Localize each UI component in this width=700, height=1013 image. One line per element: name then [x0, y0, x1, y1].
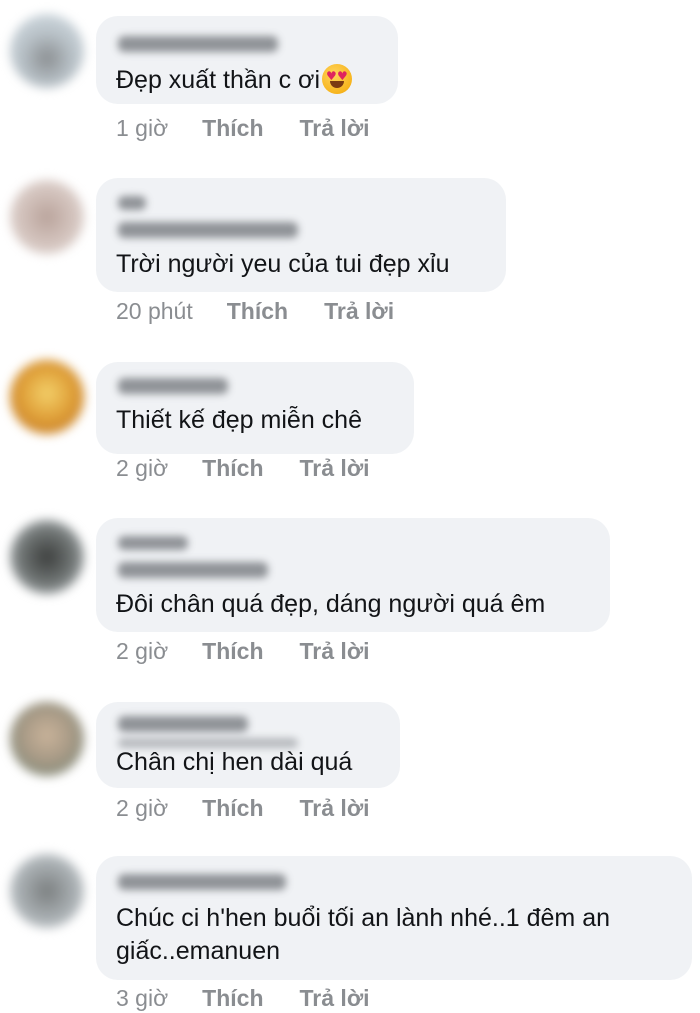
reply-button[interactable]: Trả lời: [300, 114, 370, 142]
comment-text: Đẹp xuất thần c ơi ♥ ♥: [116, 64, 353, 97]
comment-text-content: Chân chị hen dài quá: [116, 748, 353, 776]
avatar[interactable]: [10, 520, 84, 594]
comment-text-content: Đẹp xuất thần c ơi: [116, 66, 321, 94]
comment-time[interactable]: 3 giờ: [116, 984, 168, 1012]
heart-eyes-emoji-icon: ♥ ♥: [322, 64, 353, 94]
commenter-name-blurred[interactable]: [118, 536, 188, 550]
reply-button[interactable]: Trả lời: [300, 794, 370, 822]
comment-text-content: Trời người yeu của tui đẹp xỉu: [116, 250, 450, 278]
like-button[interactable]: Thích: [202, 114, 263, 142]
avatar[interactable]: [10, 180, 84, 254]
avatar[interactable]: [10, 702, 84, 776]
like-button[interactable]: Thích: [227, 297, 288, 325]
comment-bubble: Chúc ci h'hen buổi tối an lành nhé..1 đê…: [96, 856, 692, 980]
comment-bubble: Đẹp xuất thần c ơi ♥ ♥: [96, 16, 398, 104]
avatar[interactable]: [10, 854, 84, 928]
comment-text: Chúc ci h'hen buổi tối an lành nhé..1 đê…: [116, 902, 656, 968]
comment-text-content: Chúc ci h'hen buổi tối an lành nhé..1 đê…: [116, 904, 611, 965]
avatar[interactable]: [10, 14, 84, 88]
like-button[interactable]: Thích: [202, 794, 263, 822]
comment-time[interactable]: 1 giờ: [116, 114, 168, 142]
comment-text-content: Đôi chân quá đẹp, dáng người quá êm: [116, 590, 546, 618]
comment-meta: 20 phút Thích Trả lời: [116, 297, 394, 325]
comment-text: Trời người yeu của tui đẹp xỉu: [116, 248, 449, 281]
commenter-name-blurred[interactable]: [118, 36, 278, 52]
like-button[interactable]: Thích: [202, 637, 263, 665]
commenter-name-blurred[interactable]: [118, 716, 248, 732]
reply-button[interactable]: Trả lời: [324, 297, 394, 325]
avatar[interactable]: [10, 360, 84, 434]
comment-bubble: Trời người yeu của tui đẹp xỉu: [96, 178, 506, 292]
comment-meta: 2 giờ Thích Trả lời: [116, 454, 370, 482]
like-button[interactable]: Thích: [202, 454, 263, 482]
comment-text: Chân chị hen dài quá: [116, 746, 352, 779]
reply-button[interactable]: Trả lời: [300, 984, 370, 1012]
commenter-name-blurred[interactable]: [118, 196, 146, 210]
comment-time[interactable]: 2 giờ: [116, 454, 168, 482]
commenter-name-blurred[interactable]: [118, 378, 228, 394]
commenter-name-blurred[interactable]: [118, 562, 268, 578]
comment-time[interactable]: 2 giờ: [116, 637, 168, 665]
reply-button[interactable]: Trả lời: [300, 637, 370, 665]
reply-button[interactable]: Trả lời: [300, 454, 370, 482]
comment-bubble: Thiết kế đẹp miễn chê: [96, 362, 414, 454]
commenter-name-blurred[interactable]: [118, 222, 298, 238]
comment-time[interactable]: 2 giờ: [116, 794, 168, 822]
comment-meta: 1 giờ Thích Trả lời: [116, 114, 370, 142]
comment-bubble: Đôi chân quá đẹp, dáng người quá êm: [96, 518, 610, 632]
comment-meta: 2 giờ Thích Trả lời: [116, 794, 370, 822]
comment-meta: 2 giờ Thích Trả lời: [116, 637, 370, 665]
comment-bubble: Chân chị hen dài quá: [96, 702, 400, 788]
commenter-name-blurred[interactable]: [118, 874, 286, 890]
comment-text: Đôi chân quá đẹp, dáng người quá êm: [116, 588, 545, 621]
comment-meta: 3 giờ Thích Trả lời: [116, 984, 370, 1012]
comment-text-content: Thiết kế đẹp miễn chê: [116, 406, 362, 434]
comment-time[interactable]: 20 phút: [116, 297, 193, 325]
comment-text: Thiết kế đẹp miễn chê: [116, 404, 362, 437]
like-button[interactable]: Thích: [202, 984, 263, 1012]
